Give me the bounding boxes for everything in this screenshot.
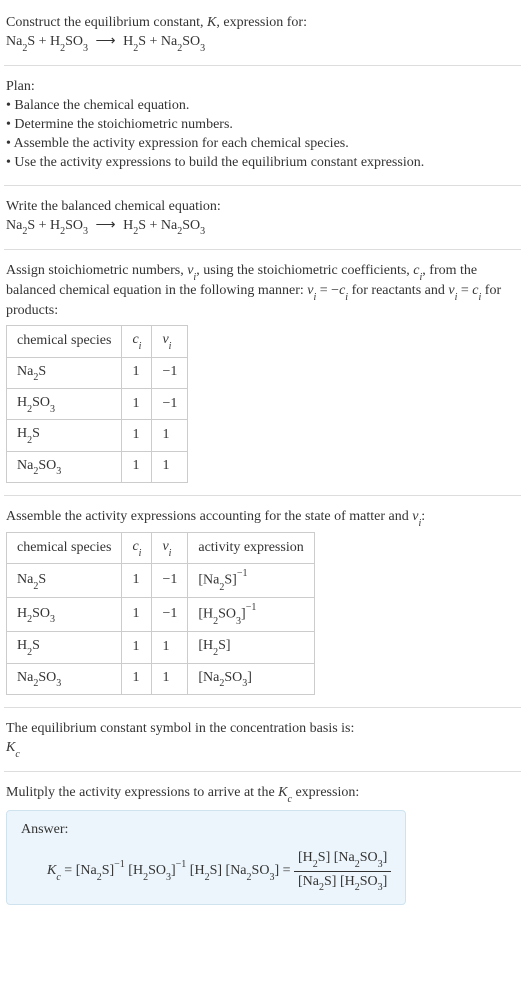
cell-nui: 1 xyxy=(152,663,188,694)
symbol-text: The equilibrium constant symbol in the c… xyxy=(6,720,519,739)
arrow-icon: ⟶ xyxy=(92,217,120,236)
cell-activity: [Na2SO3] xyxy=(188,663,314,694)
assign-section: Assign stoichiometric numbers, νi, using… xyxy=(4,256,521,489)
table-row: Na2SO3 1 1 xyxy=(7,451,188,482)
col-nui: νi xyxy=(152,533,188,564)
col-species: chemical species xyxy=(7,533,122,564)
header-text-1: Construct the equilibrium constant, xyxy=(6,15,207,30)
table-row: H2S 1 1 xyxy=(7,420,188,451)
activity-table: chemical species ci νi activity expressi… xyxy=(6,532,315,695)
eq-rhs: H2S + Na2SO3 xyxy=(123,34,205,49)
cell-ci: 1 xyxy=(122,564,152,598)
table-header-row: chemical species ci νi xyxy=(7,326,188,357)
cell-species: H2SO3 xyxy=(7,388,122,419)
cell-species: Na2SO3 xyxy=(7,451,122,482)
cell-ci: 1 xyxy=(122,663,152,694)
table-row: H2S 1 1 [H2S] xyxy=(7,632,315,663)
plan-title: Plan: xyxy=(6,78,519,97)
answer-equation: Kc = [Na2S]−1 [H2SO3]−1 [H2S] [Na2SO3] =… xyxy=(21,848,391,894)
cell-nui: 1 xyxy=(152,420,188,451)
cell-nui: 1 xyxy=(152,632,188,663)
balanced-equation: Na2S + H2SO3 ⟶ H2S + Na2SO3 xyxy=(6,217,519,237)
cell-species: H2S xyxy=(7,632,122,663)
cell-ci: 1 xyxy=(122,598,152,632)
fraction-numerator: [H2S] [Na2SO3] xyxy=(294,848,391,871)
cell-ci: 1 xyxy=(122,420,152,451)
plan-item: Determine the stoichiometric numbers. xyxy=(6,116,519,135)
cell-nui: −1 xyxy=(152,388,188,419)
assign-text: Assign stoichiometric numbers, νi, using… xyxy=(6,262,519,321)
col-ci: ci xyxy=(122,533,152,564)
header-section: Construct the equilibrium constant, K, e… xyxy=(4,8,521,59)
cell-nui: −1 xyxy=(152,357,188,388)
cell-nui: −1 xyxy=(152,564,188,598)
plan-item: Use the activity expressions to build th… xyxy=(6,154,519,173)
table-row: H2SO3 1 −1 [H2SO3]−1 xyxy=(7,598,315,632)
cell-species: Na2SO3 xyxy=(7,663,122,694)
cell-ci: 1 xyxy=(122,357,152,388)
cell-species: H2SO3 xyxy=(7,598,122,632)
plan-item: Assemble the activity expression for eac… xyxy=(6,135,519,154)
symbol-kc: Kc xyxy=(6,739,519,759)
cell-ci: 1 xyxy=(122,388,152,419)
eq-lhs: Na2S + H2SO3 xyxy=(6,34,88,49)
divider xyxy=(4,249,521,250)
col-species: chemical species xyxy=(7,326,122,357)
answer-box: Answer: Kc = [Na2S]−1 [H2SO3]−1 [H2S] [N… xyxy=(6,810,406,904)
balanced-title: Write the balanced chemical equation: xyxy=(6,198,519,217)
cell-ci: 1 xyxy=(122,451,152,482)
header-equation: Na2S + H2SO3 ⟶ H2S + Na2SO3 xyxy=(6,33,519,53)
col-ci: ci xyxy=(122,326,152,357)
cell-activity: [Na2S]−1 xyxy=(188,564,314,598)
divider xyxy=(4,65,521,66)
cell-species: H2S xyxy=(7,420,122,451)
col-nui: νi xyxy=(152,326,188,357)
table-header-row: chemical species ci νi activity expressi… xyxy=(7,533,315,564)
cell-ci: 1 xyxy=(122,632,152,663)
balanced-section: Write the balanced chemical equation: Na… xyxy=(4,192,521,243)
col-activity: activity expression xyxy=(188,533,314,564)
cell-nui: 1 xyxy=(152,451,188,482)
table-row: Na2S 1 −1 [Na2S]−1 xyxy=(7,564,315,598)
multiply-section: Mulitply the activity expressions to arr… xyxy=(4,778,521,911)
header-text-1b: , expression for: xyxy=(216,15,307,30)
stoich-table: chemical species ci νi Na2S 1 −1 H2SO3 1… xyxy=(6,325,188,482)
cell-species: Na2S xyxy=(7,564,122,598)
answer-label: Answer: xyxy=(21,821,391,840)
cell-activity: [H2SO3]−1 xyxy=(188,598,314,632)
plan-section: Plan: Balance the chemical equation. Det… xyxy=(4,72,521,178)
divider xyxy=(4,707,521,708)
multiply-text: Mulitply the activity expressions to arr… xyxy=(6,784,519,804)
plan-list: Balance the chemical equation. Determine… xyxy=(6,97,519,173)
k-symbol: K xyxy=(207,15,216,30)
divider xyxy=(4,185,521,186)
divider xyxy=(4,771,521,772)
assemble-text: Assemble the activity expressions accoun… xyxy=(6,508,519,528)
cell-nui: −1 xyxy=(152,598,188,632)
assemble-section: Assemble the activity expressions accoun… xyxy=(4,502,521,701)
symbol-section: The equilibrium constant symbol in the c… xyxy=(4,714,521,765)
header-line1: Construct the equilibrium constant, K, e… xyxy=(6,14,519,33)
arrow-icon: ⟶ xyxy=(92,33,120,52)
divider xyxy=(4,495,521,496)
table-row: Na2SO3 1 1 [Na2SO3] xyxy=(7,663,315,694)
fraction: [H2S] [Na2SO3] [Na2S] [H2SO3] xyxy=(294,848,391,894)
cell-species: Na2S xyxy=(7,357,122,388)
fraction-denominator: [Na2S] [H2SO3] xyxy=(294,872,391,894)
table-row: Na2S 1 −1 xyxy=(7,357,188,388)
cell-activity: [H2S] xyxy=(188,632,314,663)
table-row: H2SO3 1 −1 xyxy=(7,388,188,419)
plan-item: Balance the chemical equation. xyxy=(6,97,519,116)
